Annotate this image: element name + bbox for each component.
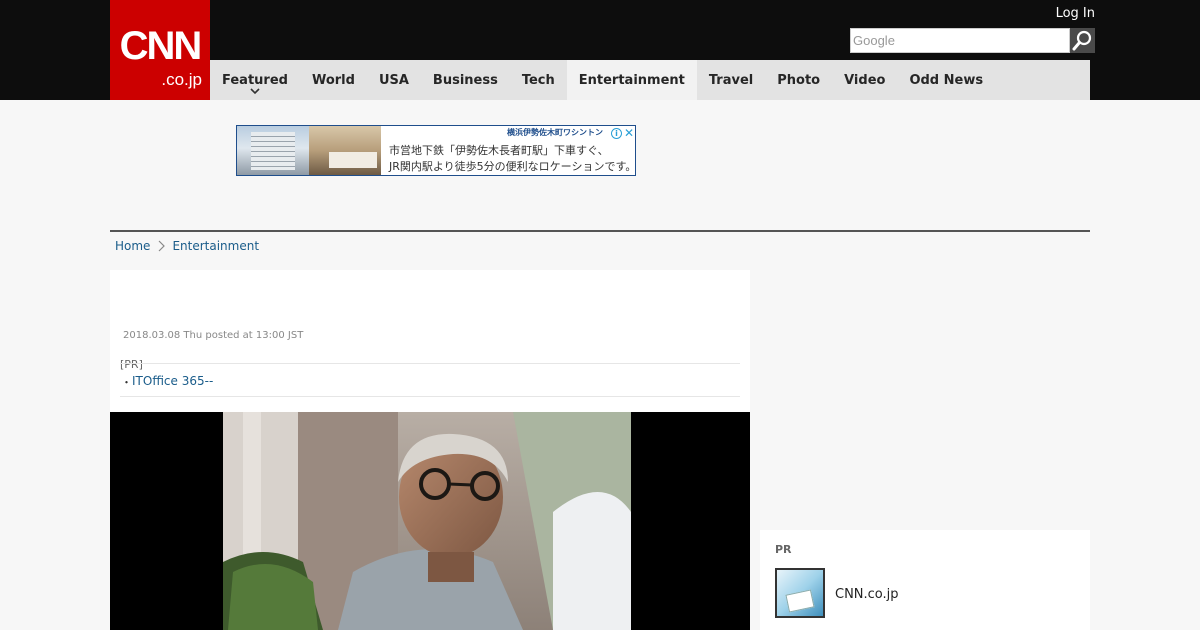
sidebar-pr-widget: PR CNN.co.jp	[760, 530, 1090, 630]
breadcrumb-entertainment[interactable]: Entertainment	[172, 239, 259, 253]
ad-close-icon[interactable]: ✕	[623, 126, 635, 140]
envelope-icon	[785, 589, 815, 613]
nav-item-label: Featured	[222, 72, 288, 88]
article-header-card: 2018.03.08 Thu posted at 13:00 JST [PR] …	[110, 270, 750, 412]
ad-hotel-room-image	[309, 126, 381, 175]
nav-item-label: Odd News	[909, 72, 984, 88]
nav-item-label: World	[311, 72, 355, 88]
nav-item-entertainment[interactable]: Entertainment	[566, 60, 697, 100]
logo-text: CNN	[119, 24, 203, 68]
sidebar-pr-thumbnail[interactable]	[775, 568, 825, 618]
pr-link[interactable]: ITOffice 365--	[132, 374, 213, 388]
pr-label: [PR]	[120, 358, 143, 371]
search-input[interactable]	[850, 28, 1070, 53]
ad-info-icon[interactable]: i	[611, 128, 622, 139]
divider	[120, 396, 740, 397]
search-button[interactable]	[1070, 28, 1095, 53]
nav-item-video[interactable]: Video	[832, 60, 897, 100]
nav-item-business[interactable]: Business	[421, 60, 510, 100]
sidebar-pr-link[interactable]: CNN.co.jp	[835, 587, 899, 602]
ad-brand: 横浜伊勢佐木町ワシントン	[507, 128, 603, 137]
main-nav: Featured World USA Business Tech Enterta…	[210, 60, 1090, 100]
cnn-logo[interactable]: CNN .co.jp	[110, 0, 210, 100]
ad-copy-line-1: 市営地下鉄「伊勢佐木長者町駅」下車すぐ、	[389, 144, 609, 157]
login-link[interactable]: Log In	[1040, 6, 1095, 21]
nav-item-photo[interactable]: Photo	[765, 60, 832, 100]
nav-item-label: Tech	[521, 72, 555, 88]
nav-item-label: Photo	[777, 72, 821, 88]
nav-item-usa[interactable]: USA	[367, 60, 421, 100]
chevron-down-icon	[250, 88, 260, 95]
nav-item-odd-news[interactable]: Odd News	[897, 60, 995, 100]
divider	[120, 363, 740, 364]
sidebar-pr-label: PR	[775, 543, 792, 556]
nav-item-tech[interactable]: Tech	[510, 60, 567, 100]
ad-copy-line-2: JR関内駅より徒歩5分の便利なロケーションです。	[389, 160, 636, 173]
chevron-right-icon	[159, 240, 166, 252]
nav-item-label: Travel	[708, 72, 754, 88]
section-divider	[110, 230, 1090, 232]
posted-timestamp: 2018.03.08 Thu posted at 13:00 JST	[123, 330, 304, 341]
ad-banner[interactable]: 横浜伊勢佐木町ワシントン 市営地下鉄「伊勢佐木長者町駅」下車すぐ、 JR関内駅よ…	[236, 125, 636, 176]
breadcrumb-home[interactable]: Home	[115, 239, 150, 253]
article-photo[interactable]	[110, 412, 750, 630]
ad-hotel-exterior-image	[237, 126, 309, 175]
pr-bullet: ・	[121, 376, 132, 389]
nav-item-label: USA	[378, 72, 409, 88]
nav-item-travel[interactable]: Travel	[697, 60, 765, 100]
nav-item-featured[interactable]: Featured	[210, 60, 300, 100]
nav-item-label: Video	[844, 72, 886, 88]
nav-item-label: Entertainment	[578, 72, 685, 88]
article-photo-image	[223, 412, 631, 630]
logo-domain: .co.jp	[161, 70, 202, 89]
search-icon	[1072, 30, 1092, 51]
breadcrumb: Home Entertainment	[115, 238, 259, 254]
nav-item-label: Business	[432, 72, 498, 88]
nav-item-world[interactable]: World	[300, 60, 367, 100]
ad-text: 横浜伊勢佐木町ワシントン 市営地下鉄「伊勢佐木長者町駅」下車すぐ、 JR関内駅よ…	[385, 126, 635, 175]
